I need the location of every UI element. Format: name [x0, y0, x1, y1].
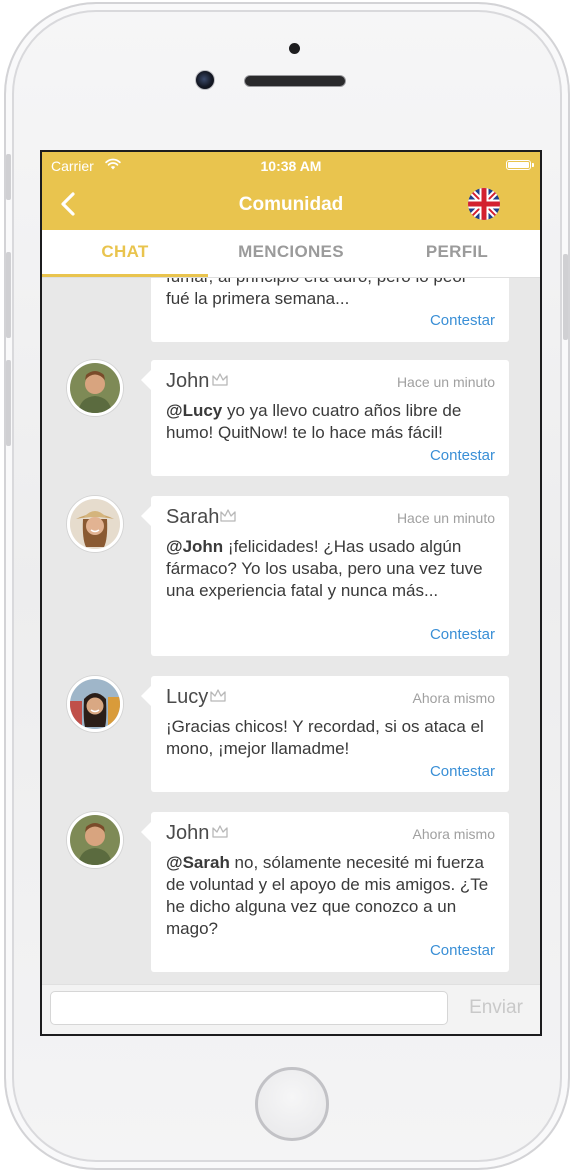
crown-icon: [212, 825, 228, 838]
message-card: Sarah Hace un minuto @John ¡felicidades!…: [141, 496, 509, 656]
avatar[interactable]: [67, 360, 123, 416]
message-text: @Sarah no, sólamente necesité mi fuerza …: [166, 852, 496, 940]
message-card: John Ahora mismo @Sarah no, sólamente ne…: [141, 812, 509, 972]
tab-menciones[interactable]: MENCIONES: [208, 230, 374, 276]
power-button: [563, 254, 568, 340]
reply-link[interactable]: Contestar: [430, 942, 495, 959]
home-button[interactable]: [255, 1067, 329, 1141]
message-body: ¡Gracias chicos! Y recordad, si os ataca…: [166, 717, 484, 758]
mention[interactable]: @John: [166, 537, 223, 556]
crown-icon: [212, 373, 228, 386]
page-title: Comunidad: [238, 194, 344, 215]
crown-icon: [210, 689, 226, 702]
message-text: @John ¡felicidades! ¿Has usado algún fár…: [166, 536, 496, 602]
reply-link[interactable]: Contestar: [430, 626, 495, 643]
app-header: Carrier 10:38 AM Comunidad: [42, 152, 540, 230]
message-time: Ahora mismo: [412, 690, 495, 706]
avatar[interactable]: [67, 812, 123, 868]
tab-perfil[interactable]: PERFIL: [374, 230, 540, 276]
battery-icon: [506, 160, 534, 170]
uk-flag-icon: [468, 188, 500, 220]
crown-icon: [220, 509, 236, 522]
message-text-line: fumar, al principio era duro, pero lo pe…: [166, 278, 496, 288]
message-card: John Hace un minuto @Lucy yo ya llevo cu…: [141, 360, 509, 476]
user-name[interactable]: Sarah: [166, 506, 219, 529]
user-lucy-avatar: [70, 679, 120, 729]
mute-switch: [6, 154, 11, 200]
user-john-avatar: [70, 815, 120, 865]
message-card: fumar, al principio era duro, pero lo pe…: [151, 278, 509, 342]
earpiece-speaker: [244, 75, 346, 87]
reply-link[interactable]: Contestar: [430, 312, 495, 329]
avatar[interactable]: [67, 676, 123, 732]
mention[interactable]: @Lucy: [166, 401, 222, 420]
message-text: ¡Gracias chicos! Y recordad, si os ataca…: [166, 716, 496, 760]
phone-frame: Carrier 10:38 AM Comunidad CHAT MENCIONE…: [4, 2, 570, 1170]
tab-bar: CHAT MENCIONES PERFIL: [42, 230, 540, 278]
message-input[interactable]: [50, 991, 448, 1025]
proximity-sensor: [289, 43, 300, 54]
message-text: @Lucy yo ya llevo cuatro años libre de h…: [166, 400, 496, 444]
message-card: Lucy Ahora mismo ¡Gracias chicos! Y reco…: [141, 676, 509, 792]
user-name[interactable]: Lucy: [166, 686, 208, 709]
status-time: 10:38 AM: [260, 158, 322, 174]
user-name[interactable]: John: [166, 822, 209, 845]
user-name[interactable]: John: [166, 370, 209, 393]
message-time: Ahora mismo: [412, 826, 495, 842]
volume-down-button: [6, 360, 11, 446]
message-time: Hace un minuto: [396, 374, 495, 390]
tab-chat[interactable]: CHAT: [42, 230, 208, 276]
message-text: fumar, al principio era duro, pero lo pe…: [166, 278, 496, 310]
user-sarah-avatar: [70, 499, 120, 549]
chat-list[interactable]: fumar, al principio era duro, pero lo pe…: [42, 278, 540, 984]
message-text-line: fué la primera semana...: [166, 289, 350, 308]
send-button[interactable]: Enviar: [458, 997, 534, 1019]
volume-up-button: [6, 252, 11, 338]
active-tab-indicator: [42, 274, 208, 277]
app-screen: Carrier 10:38 AM Comunidad CHAT MENCIONE…: [40, 150, 542, 1036]
user-john-avatar: [70, 363, 120, 413]
front-camera: [195, 70, 215, 90]
reply-link[interactable]: Contestar: [430, 763, 495, 780]
status-bar: Carrier 10:38 AM: [42, 152, 540, 178]
message-time: Hace un minuto: [396, 510, 495, 526]
language-button[interactable]: [468, 188, 500, 220]
avatar[interactable]: [67, 496, 123, 552]
mention[interactable]: @Sarah: [166, 853, 230, 872]
composer-bar: Enviar: [42, 984, 540, 1034]
reply-link[interactable]: Contestar: [430, 447, 495, 464]
nav-bar: Comunidad: [42, 178, 540, 230]
